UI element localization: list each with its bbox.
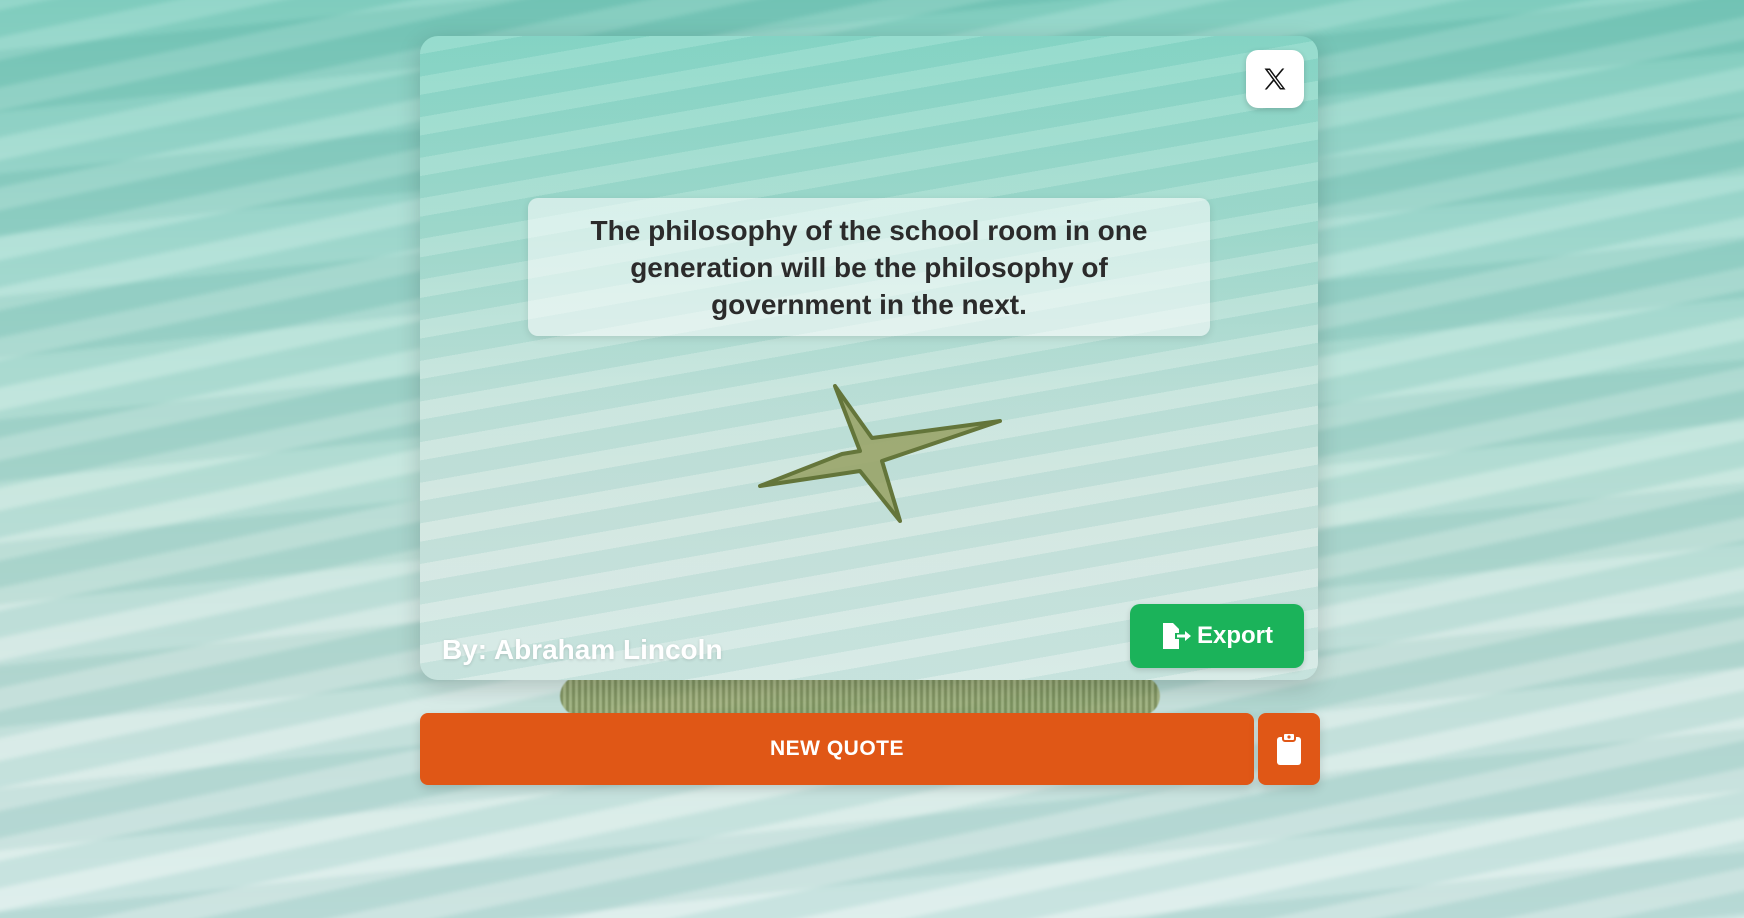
background-starfish-arm bbox=[560, 676, 1160, 716]
file-export-icon bbox=[1162, 623, 1191, 649]
x-twitter-icon bbox=[1264, 68, 1286, 90]
quote-text: The philosophy of the school room in one… bbox=[590, 214, 1148, 320]
export-button[interactable]: Export bbox=[1130, 604, 1304, 668]
clipboard-icon bbox=[1277, 733, 1301, 765]
copy-quote-button[interactable] bbox=[1258, 713, 1320, 785]
export-label: Export bbox=[1196, 622, 1273, 649]
new-quote-button[interactable]: NEW QUOTE bbox=[420, 713, 1254, 785]
tweet-button[interactable] bbox=[1246, 50, 1304, 108]
quote-app: The philosophy of the school room in one… bbox=[0, 0, 1744, 918]
new-quote-label: NEW QUOTE bbox=[770, 737, 904, 760]
quote-box: The philosophy of the school room in one… bbox=[528, 198, 1210, 336]
starfish-image bbox=[758, 384, 1002, 523]
quote-author: By: Abraham Lincoln bbox=[442, 634, 723, 665]
quote-card: The philosophy of the school room in one… bbox=[420, 36, 1318, 680]
